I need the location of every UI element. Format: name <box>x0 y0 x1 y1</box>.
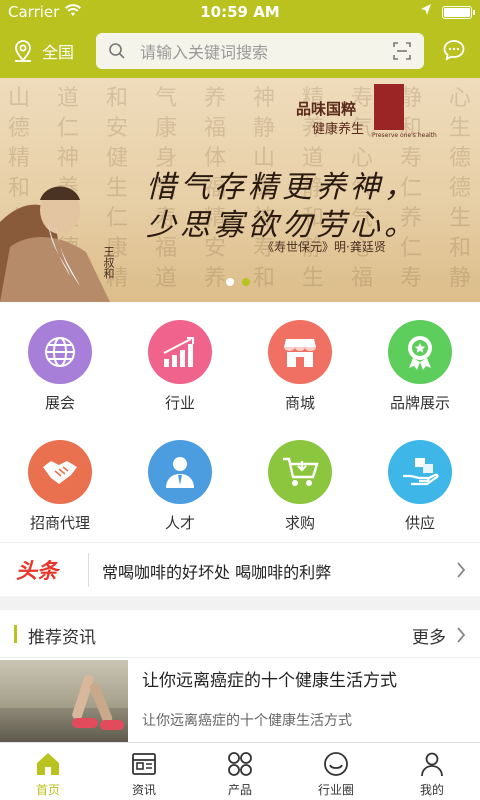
article-title[interactable]: 让你远离癌症的十个健康生活方式 <box>142 666 397 691</box>
location-selector[interactable]: 全国 <box>12 36 74 66</box>
category-brand-showcase[interactable]: 品牌展示 <box>360 302 480 422</box>
list-item[interactable]: 让你远离癌症的十个健康生活方式 让你远离癌症的十个健康生活方式 <box>0 658 480 742</box>
category-supply[interactable]: 供应 <box>360 422 480 542</box>
category-mall[interactable]: 商城 <box>240 302 360 422</box>
category-label: 行业 <box>164 394 195 412</box>
status-bar: Carrier 10:59 AM <box>0 0 480 24</box>
category-talent[interactable]: 人才 <box>120 422 240 542</box>
chevron-right-icon[interactable] <box>456 626 466 644</box>
tab-label: 我的 <box>419 783 444 797</box>
shopping-cart-icon <box>268 440 332 504</box>
category-purchase[interactable]: 求购 <box>240 422 360 542</box>
home-icon <box>37 753 59 775</box>
category-label: 求购 <box>284 514 315 532</box>
growth-chart-icon <box>148 320 212 384</box>
headline-ticker[interactable]: 头条 常喝咖啡的好坏处 喝咖啡的利弊 <box>0 542 480 596</box>
section-title: 推荐资讯 <box>28 628 96 648</box>
banner-signature: 王叔和 <box>102 246 115 279</box>
banner-credit: 《寿世保元》明·龚廷贤 <box>262 240 386 254</box>
banner-logo-english: Preserve one's health <box>372 132 437 139</box>
article-summary: 让你远离癌症的十个健康生活方式 <box>142 713 352 729</box>
banner-logo-subtitle: 健康养生 <box>312 122 365 137</box>
search-icon <box>109 43 125 59</box>
category-exhibition[interactable]: 展会 <box>0 302 120 422</box>
tab-label: 首页 <box>35 783 60 797</box>
carousel-indicator[interactable] <box>226 278 250 286</box>
app-header: 全国 请输入关键词搜索 <box>0 24 480 78</box>
supply-hand-icon <box>388 440 452 504</box>
location-arrow-icon <box>420 3 432 21</box>
storefront-icon <box>268 320 332 384</box>
tab-news[interactable]: 资讯 <box>96 743 192 800</box>
category-grid: 展会 行业 商城 品牌展示 招商代理 人才 求购 供应 <box>0 302 480 542</box>
headline-text[interactable]: 常喝咖啡的好坏处 喝咖啡的利弊 <box>102 559 331 583</box>
category-label: 品牌展示 <box>389 394 450 412</box>
more-link[interactable]: 更多 <box>412 623 446 648</box>
grid-icon <box>228 752 252 776</box>
location-label: 全国 <box>42 43 75 62</box>
category-label: 展会 <box>44 394 75 412</box>
search-input[interactable]: 请输入关键词搜索 <box>140 39 392 63</box>
category-label: 供应 <box>404 514 435 532</box>
bottom-tab-bar: 首页 资讯 产品 行业圈 我的 <box>0 742 480 800</box>
article-thumbnail <box>0 660 128 742</box>
category-label: 人才 <box>164 514 195 532</box>
section-accent-bar <box>14 625 17 643</box>
carousel-dot-active[interactable] <box>242 278 250 286</box>
brand-seal <box>374 84 404 130</box>
tab-label: 产品 <box>227 783 252 797</box>
category-industry[interactable]: 行业 <box>120 302 240 422</box>
message-icon[interactable] <box>442 38 466 62</box>
battery-icon <box>442 6 475 19</box>
divider <box>88 553 89 587</box>
smile-circle-icon <box>324 752 348 776</box>
promo-banner[interactable]: 山 道 和 气 养 神 精 寿 静 心 德 仁 安 康 福 静 养 气 和 生 … <box>0 78 480 302</box>
carousel-dot[interactable] <box>226 278 234 286</box>
person-icon <box>148 440 212 504</box>
tab-label: 资讯 <box>131 783 156 797</box>
tab-industry-circle[interactable]: 行业圈 <box>288 743 384 800</box>
search-bar[interactable]: 请输入关键词搜索 <box>96 33 424 69</box>
recommended-header: 推荐资讯 更多 <box>0 610 480 658</box>
headline-tag: 头条 <box>16 559 58 583</box>
globe-icon <box>28 320 92 384</box>
clock: 10:59 AM <box>200 3 280 21</box>
banner-logo-text: 品味国粹 <box>296 100 357 118</box>
scan-icon[interactable] <box>392 41 412 61</box>
category-franchise[interactable]: 招商代理 <box>0 422 120 542</box>
tab-label: 行业圈 <box>317 783 354 797</box>
location-pin-icon <box>15 40 31 62</box>
tab-home[interactable]: 首页 <box>0 743 96 800</box>
award-badge-icon <box>388 320 452 384</box>
category-label: 商城 <box>284 394 315 412</box>
user-icon <box>421 752 443 777</box>
news-icon <box>132 753 156 775</box>
category-label: 招商代理 <box>29 514 90 532</box>
tab-mine[interactable]: 我的 <box>384 743 480 800</box>
chevron-right-icon[interactable] <box>456 561 466 579</box>
sage-illustration <box>0 186 110 302</box>
tab-products[interactable]: 产品 <box>192 743 288 800</box>
handshake-icon <box>28 440 92 504</box>
